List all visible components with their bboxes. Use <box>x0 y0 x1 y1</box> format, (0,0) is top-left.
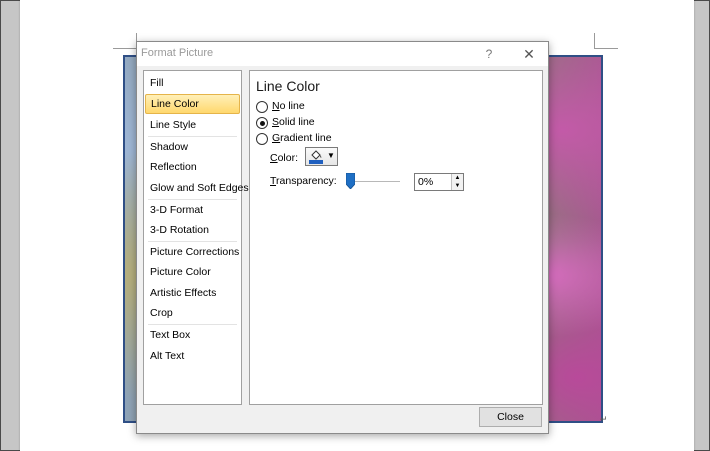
nav-item-shadow[interactable]: Shadow <box>145 137 240 157</box>
nav-item-alt-text[interactable]: Alt Text <box>145 346 240 366</box>
spinner-buttons: ▲ ▼ <box>451 174 463 190</box>
radio-gradient-line[interactable] <box>256 133 268 145</box>
nav-item-3d-format[interactable]: 3-D Format <box>145 200 240 220</box>
solid-line-label: Solid line <box>272 116 315 128</box>
line-color-panel: Line Color No line Solid line Gradient l… <box>249 70 543 405</box>
transparency-value[interactable]: 0% <box>418 176 433 188</box>
crop-mark <box>594 48 618 49</box>
no-line-label: No line <box>272 100 305 112</box>
category-list: Fill Line Color Line Style Shadow Reflec… <box>143 70 249 405</box>
nav-item-artistic-effects[interactable]: Artistic Effects <box>145 283 240 303</box>
nav-item-reflection[interactable]: Reflection <box>145 157 240 177</box>
nav-item-line-color[interactable]: Line Color <box>145 94 240 114</box>
panel-heading: Line Color <box>256 78 320 94</box>
radio-solid-line[interactable] <box>256 117 268 129</box>
nav-item-crop[interactable]: Crop <box>145 303 240 323</box>
color-picker-button[interactable]: ▼ <box>305 147 338 166</box>
help-button[interactable]: ? <box>480 46 498 62</box>
dialog-title: Format Picture <box>141 47 214 59</box>
nav-item-fill[interactable]: Fill <box>145 73 240 93</box>
paint-bucket-icon <box>309 150 323 164</box>
nav-item-line-style[interactable]: Line Style <box>145 115 240 135</box>
crop-mark <box>594 33 595 49</box>
dialog-titlebar[interactable]: Format Picture ? ✕ <box>137 42 548 66</box>
transparency-spinner[interactable]: 0% ▲ ▼ <box>414 173 464 191</box>
spin-down-icon[interactable]: ▼ <box>452 182 463 190</box>
format-picture-dialog: Format Picture ? ✕ Fill Line Color Line … <box>136 41 549 434</box>
paragraph-mark: ↵ <box>600 414 608 424</box>
nav-item-picture-color[interactable]: Picture Color <box>145 262 240 282</box>
nav-item-3d-rotation[interactable]: 3-D Rotation <box>145 220 240 240</box>
radio-no-line[interactable] <box>256 101 268 113</box>
transparency-label: Transparency: <box>270 175 337 187</box>
nav-item-text-box[interactable]: Text Box <box>145 325 240 345</box>
chevron-down-icon: ▼ <box>327 151 335 160</box>
close-button[interactable]: Close <box>479 407 542 427</box>
transparency-slider-track[interactable] <box>348 181 400 182</box>
close-icon[interactable]: ✕ <box>520 45 538 63</box>
gradient-line-label: Gradient line <box>272 132 332 144</box>
crop-mark <box>113 48 137 49</box>
color-label: Color: <box>270 152 299 164</box>
nav-item-glow-soft-edges[interactable]: Glow and Soft Edges <box>145 178 249 198</box>
nav-item-picture-corrections[interactable]: Picture Corrections <box>145 242 240 262</box>
transparency-slider-thumb[interactable] <box>346 173 355 189</box>
